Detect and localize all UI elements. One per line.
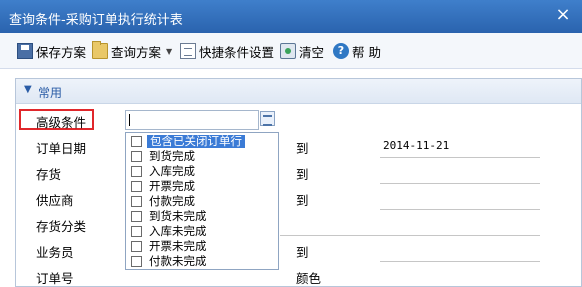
- checkbox[interactable]: [131, 181, 142, 192]
- option-arrival-incomplete[interactable]: 到货未完成: [128, 209, 278, 224]
- option-invoice-complete[interactable]: 开票完成: [128, 179, 278, 194]
- supplier-to-underline[interactable]: [380, 209, 540, 210]
- order-date-to-underline: [380, 157, 540, 158]
- order-no-label: 订单号: [36, 271, 74, 286]
- advanced-condition-input[interactable]: [125, 110, 259, 130]
- clear-icon: [280, 43, 296, 59]
- inventory-to-underline[interactable]: [380, 183, 540, 184]
- checkbox[interactable]: [131, 241, 142, 252]
- document-settings-icon: [180, 43, 196, 59]
- checkbox[interactable]: [131, 151, 142, 162]
- checkbox[interactable]: [131, 196, 142, 207]
- quick-settings-label: 快捷条件设置: [199, 44, 275, 60]
- inventory-to-label: 到: [296, 167, 309, 182]
- checkbox[interactable]: [131, 256, 142, 267]
- order-date-to-label: 到: [296, 141, 309, 156]
- toolbar: 保存方案 查询方案 ▼ 快捷条件设置 清空 ? 帮 助: [0, 33, 582, 69]
- checkbox[interactable]: [131, 136, 142, 147]
- option-include-closed-lines[interactable]: 包含已关闭订单行: [128, 134, 278, 149]
- option-inbound-complete[interactable]: 入库完成: [128, 164, 278, 179]
- title-bar: 查询条件-采购订单执行统计表 ×: [0, 0, 582, 33]
- option-label: 付款未完成: [149, 254, 207, 268]
- caret-down-icon: ▼: [166, 46, 173, 56]
- panel-header[interactable]: ▼ 常用: [16, 79, 581, 104]
- quick-settings-button[interactable]: 快捷条件设置: [180, 41, 274, 61]
- option-label: 开票未完成: [149, 239, 207, 253]
- folder-icon: [92, 41, 108, 59]
- save-scheme-label: 保存方案: [36, 44, 87, 60]
- inventory-category-label: 存货分类: [36, 219, 87, 234]
- help-button[interactable]: ? 帮 助: [333, 41, 381, 61]
- advanced-condition-dropdown: 包含已关闭订单行 到货完成 入库完成 开票完成 付款完成 到货未完成 入库未完成: [125, 132, 279, 270]
- inventory-category-underline[interactable]: [280, 235, 540, 236]
- inventory-label: 存货: [36, 167, 62, 182]
- option-payment-complete[interactable]: 付款完成: [128, 194, 278, 209]
- option-label: 入库完成: [149, 164, 195, 178]
- option-label: 入库未完成: [149, 224, 207, 238]
- save-icon: [17, 43, 33, 59]
- supplier-to-label: 到: [296, 193, 309, 208]
- option-label: 开票完成: [149, 179, 195, 193]
- checkbox[interactable]: [131, 211, 142, 222]
- close-icon[interactable]: ×: [554, 6, 572, 24]
- advanced-condition-label: 高级条件: [36, 115, 87, 130]
- help-icon: ?: [333, 43, 349, 59]
- option-arrival-complete[interactable]: 到货完成: [128, 149, 278, 164]
- checkbox[interactable]: [131, 166, 142, 177]
- option-label: 包含已关闭订单行: [147, 135, 245, 148]
- salesperson-label: 业务员: [36, 245, 74, 260]
- panel-title: 常用: [38, 86, 63, 100]
- query-scheme-button[interactable]: 查询方案 ▼: [92, 41, 172, 61]
- salesperson-to-label: 到: [296, 245, 309, 260]
- window-title: 查询条件-采购订单执行统计表: [9, 13, 183, 28]
- text-cursor: [129, 114, 130, 126]
- order-date-label: 订单日期: [36, 141, 87, 156]
- option-label: 到货完成: [149, 149, 195, 163]
- option-payment-incomplete[interactable]: 付款未完成: [128, 254, 278, 269]
- condition-panel: ▼ 常用 高级条件 订单日期 到 2014-11-21 存货 到 供应商 到 存…: [15, 78, 582, 287]
- option-label: 到货未完成: [149, 209, 207, 223]
- order-date-to-value[interactable]: 2014-11-21: [383, 139, 449, 152]
- save-scheme-button[interactable]: 保存方案: [17, 41, 86, 61]
- query-scheme-label: 查询方案: [111, 44, 162, 60]
- supplier-label: 供应商: [36, 193, 74, 208]
- salesperson-to-underline[interactable]: [380, 261, 540, 262]
- option-invoice-incomplete[interactable]: 开票未完成: [128, 239, 278, 254]
- help-label: 帮 助: [352, 44, 381, 60]
- option-label: 付款完成: [149, 194, 195, 208]
- option-inbound-incomplete[interactable]: 入库未完成: [128, 224, 278, 239]
- clear-label: 清空: [299, 44, 325, 60]
- chevron-down-icon: ▼: [24, 84, 32, 95]
- color-label: 颜色: [296, 271, 322, 286]
- clear-button[interactable]: 清空: [280, 41, 324, 61]
- list-picker-icon[interactable]: [260, 111, 275, 126]
- checkbox[interactable]: [131, 226, 142, 237]
